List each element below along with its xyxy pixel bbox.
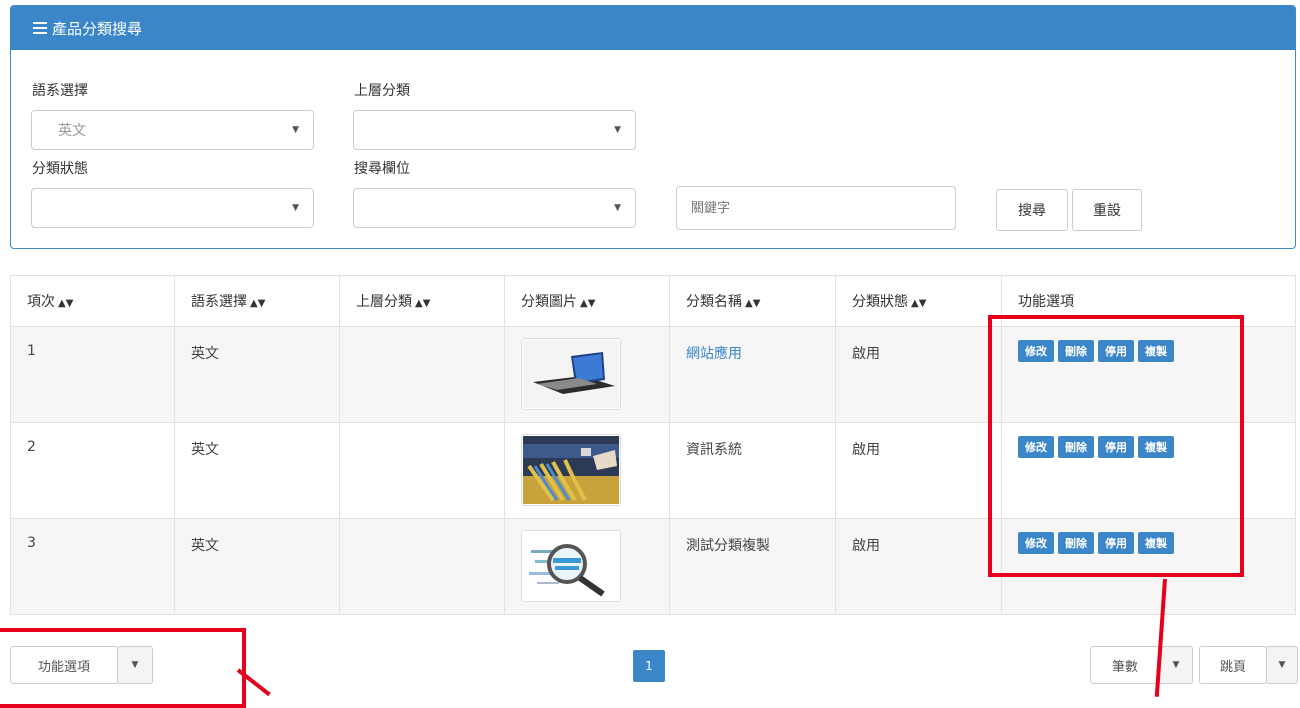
panel-title: 產品分類搜尋: [52, 19, 143, 38]
cell-index: 3: [10, 518, 175, 615]
cell-image: [504, 422, 670, 519]
language-select-value: 英文: [58, 123, 86, 139]
column-header-parent[interactable]: 上層分類 ▲▼: [339, 275, 505, 327]
search-field-select[interactable]: ▼: [353, 188, 636, 228]
sort-icon: ▲▼: [911, 298, 927, 309]
language-select[interactable]: 英文 ▼: [31, 110, 314, 150]
sort-icon: ▲▼: [580, 298, 596, 309]
category-name-link[interactable]: 網站應用: [686, 346, 742, 362]
column-header-name[interactable]: 分類名稱 ▲▼: [669, 275, 836, 327]
category-status-label: 分類狀態: [32, 161, 88, 177]
parent-category-label: 上層分類: [354, 83, 410, 99]
caret-down-icon: ▼: [1172, 660, 1180, 670]
sort-icon: ▲▼: [58, 298, 74, 309]
cell-index: 1: [10, 326, 175, 423]
actions-highlight-box: [988, 315, 1244, 577]
cell-name: 測試分類複製: [669, 518, 836, 615]
cell-language: 英文: [174, 518, 340, 615]
cell-image: [504, 518, 670, 615]
page-1-button[interactable]: 1: [633, 650, 665, 682]
caret-down-icon: ▼: [292, 203, 299, 213]
cell-status: 啟用: [835, 422, 1002, 519]
parent-category-select[interactable]: ▼: [353, 110, 636, 150]
hamburger-icon: [33, 19, 47, 37]
caret-down-icon: ▼: [292, 125, 299, 135]
network-cables-thumbnail: [521, 434, 621, 506]
laptop-thumbnail: [521, 338, 621, 410]
magnifier-thumbnail: [521, 530, 621, 602]
column-header-language[interactable]: 語系選擇 ▲▼: [174, 275, 340, 327]
column-header-status[interactable]: 分類狀態 ▲▼: [835, 275, 1002, 327]
column-header-image[interactable]: 分類圖片 ▲▼: [504, 275, 670, 327]
cell-language: 英文: [174, 326, 340, 423]
sort-icon: ▲▼: [250, 298, 266, 309]
cell-name[interactable]: 網站應用: [669, 326, 836, 423]
records-per-page-button[interactable]: 筆數: [1090, 646, 1160, 684]
caret-down-icon: ▼: [614, 125, 621, 135]
sort-icon: ▲▼: [745, 298, 761, 309]
cell-parent: [339, 518, 505, 615]
cell-status: 啟用: [835, 518, 1002, 615]
cell-index: 2: [10, 422, 175, 519]
keyword-input[interactable]: [676, 186, 956, 230]
jump-page-button[interactable]: 跳頁: [1199, 646, 1267, 684]
search-field-label: 搜尋欄位: [354, 161, 410, 177]
panel-header: 產品分類搜尋: [11, 6, 1295, 50]
language-label: 語系選擇: [32, 83, 88, 99]
function-menu-highlight-box: [0, 628, 246, 708]
cell-image: [504, 326, 670, 423]
cell-parent: [339, 326, 505, 423]
reset-button[interactable]: 重設: [1072, 189, 1142, 231]
category-status-select[interactable]: ▼: [31, 188, 314, 228]
column-header-index[interactable]: 項次 ▲▼: [10, 275, 175, 327]
caret-down-icon: ▼: [614, 203, 621, 213]
cell-status: 啟用: [835, 326, 1002, 423]
cell-name: 資訊系統: [669, 422, 836, 519]
cell-parent: [339, 422, 505, 519]
search-button[interactable]: 搜尋: [996, 189, 1068, 231]
cell-language: 英文: [174, 422, 340, 519]
records-dropdown[interactable]: ▼: [1159, 646, 1193, 684]
caret-down-icon: ▼: [1278, 660, 1286, 670]
jump-page-dropdown[interactable]: ▼: [1266, 646, 1298, 684]
sort-icon: ▲▼: [415, 298, 431, 309]
